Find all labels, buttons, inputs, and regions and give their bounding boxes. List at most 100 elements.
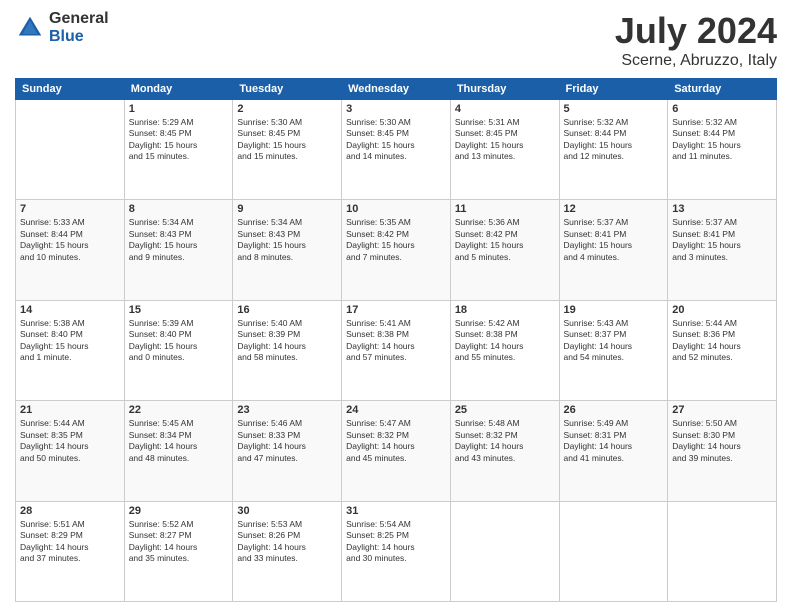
calendar-cell-w1d1: [16, 100, 125, 200]
calendar-cell-w3d1: 14 Sunrise: 5:38 AMSunset: 8:40 PMDayligh…: [16, 300, 125, 400]
day-number: 22: [129, 404, 229, 416]
day-info: Sunrise: 5:43 AMSunset: 8:37 PMDaylight:…: [564, 318, 664, 364]
day-info: Sunrise: 5:34 AMSunset: 8:43 PMDaylight:…: [237, 217, 337, 263]
calendar-cell-w2d2: 8Sunrise: 5:34 AMSunset: 8:43 PMDaylight…: [124, 200, 233, 300]
day-number: 31: [346, 505, 446, 517]
day-number: 19: [564, 304, 664, 316]
calendar-cell-w4d4: 24 Sunrise: 5:47 AMSunset: 8:32 PMDayligh…: [342, 401, 451, 501]
calendar-cell-w5d1: 28Sunrise: 5:51 AMSunset: 8:29 PMDayligh…: [16, 501, 125, 601]
day-info: Sunrise: 5:49 AMSunset: 8:31 PMDaylight:…: [564, 418, 664, 464]
calendar-cell-w4d2: 22 Sunrise: 5:45 AMSunset: 8:34 PMDayligh…: [124, 401, 233, 501]
day-info: Sunrise: 5:35 AMSunset: 8:42 PMDaylight:…: [346, 217, 446, 263]
calendar-cell-w2d4: 10 Sunrise: 5:35 AMSunset: 8:42 PMDayligh…: [342, 200, 451, 300]
day-info: Sunrise: 5:53 AMSunset: 8:26 PMDaylight:…: [237, 519, 337, 565]
day-number: 27: [672, 404, 772, 416]
day-info: Sunrise: 5:46 AMSunset: 8:33 PMDaylight:…: [237, 418, 337, 464]
logo-icon: [15, 13, 45, 43]
calendar-week-1: 1 Sunrise: 5:29 AMSunset: 8:45 PMDaylight…: [16, 100, 777, 200]
logo-blue-text: Blue: [49, 28, 109, 46]
calendar-cell-w1d7: 6Sunrise: 5:32 AMSunset: 8:44 PMDaylight…: [668, 100, 777, 200]
header-monday: Monday: [124, 79, 233, 100]
day-number: 14: [20, 304, 120, 316]
calendar-cell-w3d7: 20Sunrise: 5:44 AMSunset: 8:36 PMDayligh…: [668, 300, 777, 400]
header: General Blue July 2024 Scerne, Abruzzo, …: [15, 10, 777, 70]
calendar-cell-w4d6: 26 Sunrise: 5:49 AMSunset: 8:31 PMDayligh…: [559, 401, 668, 501]
day-number: 17: [346, 304, 446, 316]
day-info: Sunrise: 5:31 AMSunset: 8:45 PMDaylight:…: [455, 117, 555, 163]
calendar-cell-w3d6: 19 Sunrise: 5:43 AMSunset: 8:37 PMDayligh…: [559, 300, 668, 400]
day-number: 12: [564, 203, 664, 215]
day-info: Sunrise: 5:30 AMSunset: 8:45 PMDaylight:…: [237, 117, 337, 163]
header-saturday: Saturday: [668, 79, 777, 100]
day-number: 6: [672, 103, 772, 115]
header-tuesday: Tuesday: [233, 79, 342, 100]
logo-general-text: General: [49, 10, 109, 28]
calendar-cell-w3d5: 18 Sunrise: 5:42 AMSunset: 8:38 PMDayligh…: [450, 300, 559, 400]
day-number: 30: [237, 505, 337, 517]
page: General Blue July 2024 Scerne, Abruzzo, …: [0, 0, 792, 612]
day-number: 18: [455, 304, 555, 316]
calendar-cell-w4d3: 23 Sunrise: 5:46 AMSunset: 8:33 PMDayligh…: [233, 401, 342, 501]
calendar-cell-w2d6: 12Sunrise: 5:37 AMSunset: 8:41 PMDayligh…: [559, 200, 668, 300]
calendar-table: Sunday Monday Tuesday Wednesday Thursday…: [15, 78, 777, 602]
day-info: Sunrise: 5:44 AMSunset: 8:35 PMDaylight:…: [20, 418, 120, 464]
calendar-cell-w4d7: 27 Sunrise: 5:50 AMSunset: 8:30 PMDayligh…: [668, 401, 777, 501]
day-info: Sunrise: 5:50 AMSunset: 8:30 PMDaylight:…: [672, 418, 772, 464]
logo: General Blue: [15, 10, 109, 45]
calendar-cell-w5d6: [559, 501, 668, 601]
day-number: 9: [237, 203, 337, 215]
calendar-cell-w2d3: 9 Sunrise: 5:34 AMSunset: 8:43 PMDaylight…: [233, 200, 342, 300]
day-info: Sunrise: 5:42 AMSunset: 8:38 PMDaylight:…: [455, 318, 555, 364]
day-info: Sunrise: 5:36 AMSunset: 8:42 PMDaylight:…: [455, 217, 555, 263]
day-info: Sunrise: 5:39 AMSunset: 8:40 PMDaylight:…: [129, 318, 229, 364]
calendar-week-4: 21 Sunrise: 5:44 AMSunset: 8:35 PMDayligh…: [16, 401, 777, 501]
calendar-cell-w4d5: 25Sunrise: 5:48 AMSunset: 8:32 PMDayligh…: [450, 401, 559, 501]
calendar-cell-w3d2: 15Sunrise: 5:39 AMSunset: 8:40 PMDayligh…: [124, 300, 233, 400]
calendar-cell-w1d4: 3 Sunrise: 5:30 AMSunset: 8:45 PMDaylight…: [342, 100, 451, 200]
day-number: 26: [564, 404, 664, 416]
day-info: Sunrise: 5:38 AMSunset: 8:40 PMDaylight:…: [20, 318, 120, 364]
calendar-cell-w1d2: 1 Sunrise: 5:29 AMSunset: 8:45 PMDaylight…: [124, 100, 233, 200]
day-info: Sunrise: 5:37 AMSunset: 8:41 PMDaylight:…: [672, 217, 772, 263]
calendar-cell-w5d4: 31 Sunrise: 5:54 AMSunset: 8:25 PMDayligh…: [342, 501, 451, 601]
day-number: 28: [20, 505, 120, 517]
calendar-cell-w5d2: 29Sunrise: 5:52 AMSunset: 8:27 PMDayligh…: [124, 501, 233, 601]
calendar-header-row: Sunday Monday Tuesday Wednesday Thursday…: [16, 79, 777, 100]
header-sunday: Sunday: [16, 79, 125, 100]
day-info: Sunrise: 5:48 AMSunset: 8:32 PMDaylight:…: [455, 418, 555, 464]
calendar-cell-w2d1: 7Sunrise: 5:33 AMSunset: 8:44 PMDaylight…: [16, 200, 125, 300]
day-info: Sunrise: 5:45 AMSunset: 8:34 PMDaylight:…: [129, 418, 229, 464]
calendar-cell-w1d6: 5Sunrise: 5:32 AMSunset: 8:44 PMDaylight…: [559, 100, 668, 200]
day-info: Sunrise: 5:47 AMSunset: 8:32 PMDaylight:…: [346, 418, 446, 464]
day-number: 23: [237, 404, 337, 416]
calendar-cell-w5d3: 30 Sunrise: 5:53 AMSunset: 8:26 PMDayligh…: [233, 501, 342, 601]
day-info: Sunrise: 5:29 AMSunset: 8:45 PMDaylight:…: [129, 117, 229, 163]
day-info: Sunrise: 5:30 AMSunset: 8:45 PMDaylight:…: [346, 117, 446, 163]
calendar-cell-w2d5: 11Sunrise: 5:36 AMSunset: 8:42 PMDayligh…: [450, 200, 559, 300]
logo-text: General Blue: [49, 10, 109, 45]
calendar-cell-w3d3: 16Sunrise: 5:40 AMSunset: 8:39 PMDayligh…: [233, 300, 342, 400]
header-thursday: Thursday: [450, 79, 559, 100]
calendar-cell-w2d7: 13 Sunrise: 5:37 AMSunset: 8:41 PMDayligh…: [668, 200, 777, 300]
day-number: 3: [346, 103, 446, 115]
day-info: Sunrise: 5:32 AMSunset: 8:44 PMDaylight:…: [564, 117, 664, 163]
day-number: 2: [237, 103, 337, 115]
day-info: Sunrise: 5:52 AMSunset: 8:27 PMDaylight:…: [129, 519, 229, 565]
day-info: Sunrise: 5:44 AMSunset: 8:36 PMDaylight:…: [672, 318, 772, 364]
title-block: July 2024 Scerne, Abruzzo, Italy: [615, 10, 777, 70]
day-number: 4: [455, 103, 555, 115]
day-info: Sunrise: 5:40 AMSunset: 8:39 PMDaylight:…: [237, 318, 337, 364]
day-info: Sunrise: 5:54 AMSunset: 8:25 PMDaylight:…: [346, 519, 446, 565]
day-info: Sunrise: 5:33 AMSunset: 8:44 PMDaylight:…: [20, 217, 120, 263]
day-number: 21: [20, 404, 120, 416]
day-number: 1: [129, 103, 229, 115]
calendar-cell-w5d7: [668, 501, 777, 601]
calendar-week-5: 28Sunrise: 5:51 AMSunset: 8:29 PMDayligh…: [16, 501, 777, 601]
day-info: Sunrise: 5:41 AMSunset: 8:38 PMDaylight:…: [346, 318, 446, 364]
main-title: July 2024: [615, 10, 777, 52]
day-number: 10: [346, 203, 446, 215]
calendar-cell-w1d5: 4 Sunrise: 5:31 AMSunset: 8:45 PMDaylight…: [450, 100, 559, 200]
day-number: 13: [672, 203, 772, 215]
day-number: 24: [346, 404, 446, 416]
calendar-cell-w3d4: 17 Sunrise: 5:41 AMSunset: 8:38 PMDayligh…: [342, 300, 451, 400]
